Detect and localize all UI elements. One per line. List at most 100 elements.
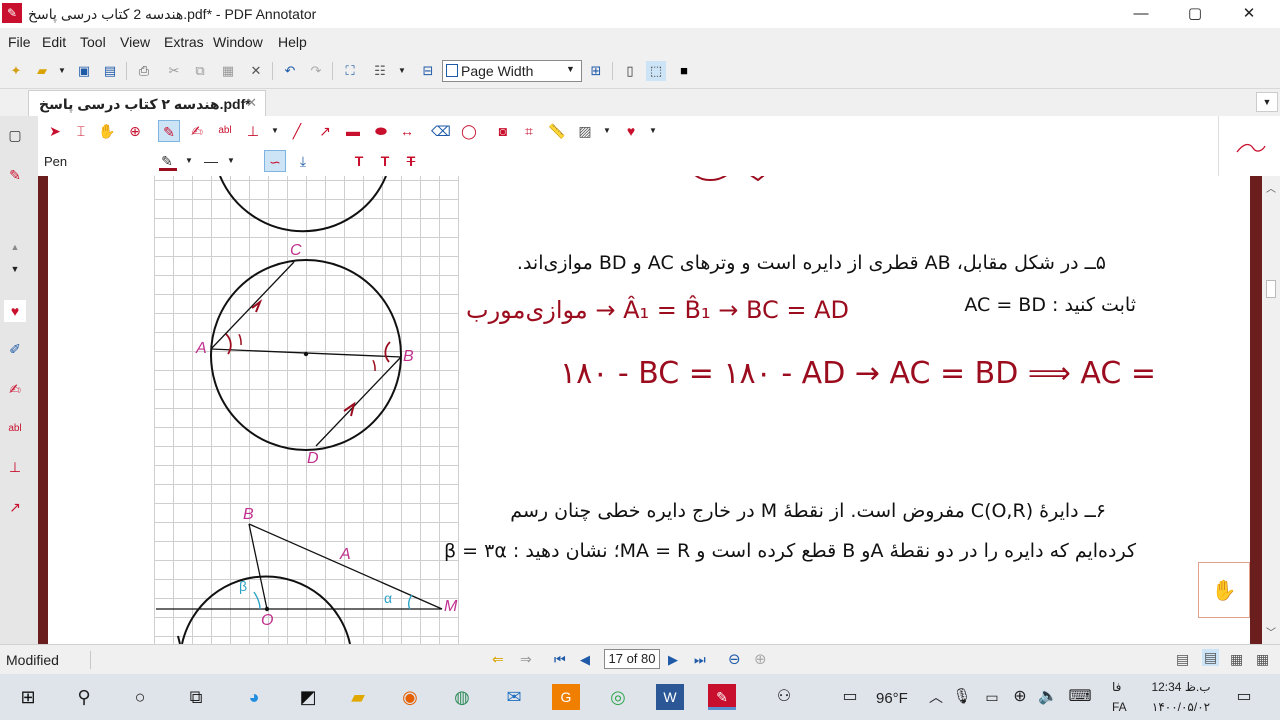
paste-icon[interactable]: ▦ [218,61,238,81]
highlighter-icon[interactable]: ✍ [4,378,26,400]
typewriter-tool-icon[interactable]: abl [214,120,236,142]
history-forward-icon[interactable]: ⊕ [754,650,767,668]
scroll-up-chevron-icon[interactable]: ▲ [4,236,26,258]
line-tool-icon[interactable]: ╱ [286,120,308,142]
redo-icon[interactable]: ↷ [306,61,326,81]
insert-dropdown-icon[interactable]: ▼ [596,120,618,142]
smooth-ink-icon[interactable]: ∽ [264,150,286,172]
language-indicator-latin[interactable]: FA [1112,700,1127,714]
menu-window[interactable]: Window [213,34,263,50]
network-globe-icon[interactable]: ⊕ [1006,684,1034,710]
history-back-icon[interactable]: ⊖ [728,650,741,668]
line-width-icon[interactable]: — [200,150,222,172]
marker-tool-icon[interactable]: ✍ [186,120,208,142]
page-thumbnail-icon[interactable]: ▢ [4,124,26,146]
people-icon[interactable]: ⚇ [770,684,798,710]
scrollbar-thumb[interactable] [1266,280,1276,298]
firefox-icon[interactable]: ◉ [396,684,424,710]
sticky-notes-icon[interactable]: ◩ [294,684,322,710]
text-strike-icon[interactable]: T [400,150,422,172]
page-number-input[interactable]: 17 of 80 [604,649,660,669]
menu-file[interactable]: File [8,34,31,50]
print-icon[interactable]: ⎙ [134,61,154,81]
line-width-dropdown-icon[interactable]: ▼ [220,150,242,172]
search-icon[interactable]: ⚲ [70,684,98,710]
zoom-dropdown-icon[interactable]: ▼ [566,64,575,74]
task-view-icon[interactable]: ⧉ [182,684,210,710]
favorites-dropdown-icon[interactable]: ▼ [642,120,664,142]
touch-mode-hand-icon[interactable]: ✋ [1198,562,1250,618]
copy-icon[interactable]: ⧉ [190,61,210,81]
scroll-down-chevron-icon[interactable]: ▼ [4,258,26,280]
camera-snapshot-icon[interactable]: ◙ [492,120,514,142]
start-windows-icon[interactable]: ⊞ [14,684,42,710]
next-page-icon[interactable]: ▶ [668,652,678,668]
fit-width-icon[interactable]: ⬚ [646,61,666,81]
rectangle-tool-icon[interactable]: ▬ [342,120,364,142]
favorites-heart-icon[interactable]: ♥ [620,120,642,142]
menu-view[interactable]: View [120,34,150,50]
menu-extras[interactable]: Extras [164,34,204,50]
measure-tool-icon[interactable]: ↔ [396,120,418,142]
cut-icon[interactable]: ✂ [164,61,184,81]
tab-list-chevron-down-icon[interactable]: ▼ [1256,92,1278,112]
crop-tool-icon[interactable]: ⌗ [518,120,540,142]
word-icon[interactable]: W [656,684,684,710]
open-dropdown-icon[interactable]: ▼ [52,61,72,81]
arrow-line-tool-icon[interactable]: ↗ [314,120,336,142]
favorite-pen-icon[interactable]: ✎ [4,164,26,186]
zoom-tool-icon[interactable]: ⊕ [124,120,146,142]
menu-tool[interactable]: Tool [80,34,106,50]
stamp-icon[interactable]: ⊥ [4,456,26,478]
scroll-down-chevron-icon[interactable]: ﹀ [1266,624,1276,639]
mail-icon[interactable]: ✉ [500,684,528,710]
text-format-under-icon[interactable]: T [374,150,396,172]
pen-blue-icon[interactable]: ✐ [4,338,26,360]
close-button[interactable]: ✕ [1226,0,1272,28]
arrow-tool-icon[interactable]: ↗ [4,496,26,518]
pdf-annotator-taskbar-icon[interactable]: ✎ [708,684,736,710]
battery-icon[interactable]: ▭ [978,684,1006,710]
layout-dropdown-icon[interactable]: ▼ [392,61,412,81]
show-hidden-icons-chevron-icon[interactable]: ︿ [922,684,950,710]
pen-tool-icon[interactable]: ✎ [158,120,180,142]
chrome-icon[interactable]: ◎ [604,684,632,710]
save-all-icon[interactable]: ▤ [100,61,120,81]
language-indicator[interactable]: فا [1112,680,1121,694]
stamp-tool-icon[interactable]: ⊥ [242,120,264,142]
pdf-page[interactable]: C A B D ۱ ۱ B A O M β α ۵ــ در شکل مقابل… [48,176,1250,644]
view-grid-icon[interactable]: ▦ [1256,651,1269,668]
next-document-icon[interactable]: ⇒ [520,651,532,668]
delete-icon[interactable]: ✕ [246,61,266,81]
open-folder-icon[interactable]: ▰ [32,61,52,81]
clock-date[interactable]: ۱۴۰۰/۰۵/۰۲ [1148,700,1214,714]
single-page-icon[interactable]: ▯ [620,61,640,81]
lasso-tool-icon[interactable]: ◯ [458,120,480,142]
zoom-select[interactable]: Page Width [442,60,582,82]
new-document-icon[interactable]: ✦ [6,61,26,81]
edge-browser-icon[interactable]: ◕ [240,684,268,710]
maximize-button[interactable]: ▢ [1172,0,1218,28]
minimize-button[interactable]: — [1118,0,1164,28]
zoom-out-icon[interactable]: ⊟ [418,61,438,81]
previous-page-icon[interactable]: ◀ [580,652,590,668]
scroll-up-chevron-icon[interactable]: ︿ [1266,180,1276,195]
insert-image-icon[interactable]: ▨ [574,120,596,142]
menu-help[interactable]: Help [278,34,307,50]
snap-ink-icon[interactable]: ⤓ [292,150,314,172]
page-layout-icon[interactable]: ☷ [370,61,390,81]
view-continuous-icon[interactable]: ▤ [1202,649,1220,666]
pdf-app-icon[interactable]: G [552,684,580,710]
keyboard-icon[interactable]: ⌨ [1066,684,1094,710]
document-tab[interactable]: هندسه ۲ کتاب درسی پاسخ.pdf* ✕ [28,90,266,116]
menu-edit[interactable]: Edit [42,34,66,50]
close-tab-icon[interactable]: ✕ [246,95,257,111]
file-explorer-icon[interactable]: ▰ [344,684,372,710]
select-arrow-icon[interactable]: ➤ [44,120,66,142]
save-icon[interactable]: ▣ [74,61,94,81]
select-text-icon[interactable]: ⌶ [70,120,92,142]
view-single-icon[interactable]: ▤ [1176,651,1189,668]
microphone-icon[interactable]: 🎙 [948,684,976,710]
hand-pan-icon[interactable]: ✋ [96,120,118,142]
vertical-scrollbar[interactable]: ︿ ﹀ [1262,176,1280,644]
